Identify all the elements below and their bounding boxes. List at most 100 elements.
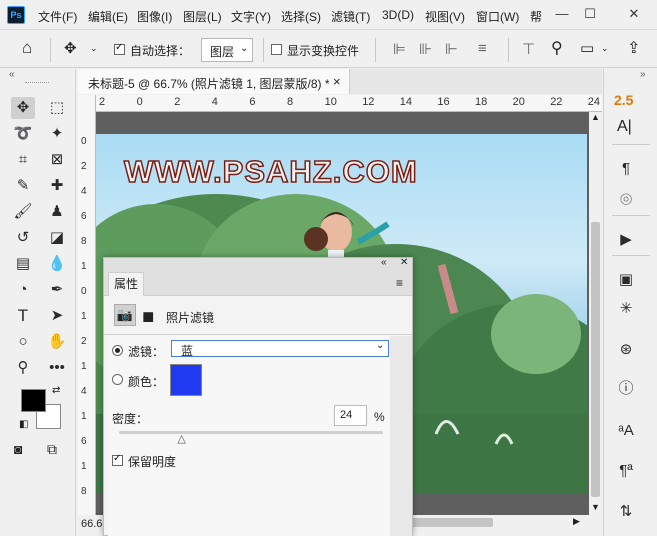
stamp-tool-icon[interactable]: ♟	[45, 201, 69, 223]
density-slider-thumb[interactable]: △	[177, 432, 185, 445]
lasso-tool-icon[interactable]: ➰	[11, 123, 35, 145]
crop-tool-icon[interactable]: ⌗	[11, 149, 35, 171]
density-slider-track[interactable]	[119, 431, 383, 434]
glyphs-icon[interactable]: ◎	[614, 188, 638, 210]
menu-image[interactable]: 图像(I)	[137, 8, 172, 25]
default-colors-icon[interactable]: ◧	[19, 419, 28, 430]
preserve-luminosity-checkbox[interactable]	[112, 453, 123, 466]
scroll-up-icon[interactable]: ▲	[591, 112, 600, 122]
menu-layer[interactable]: 图层(L)	[183, 8, 222, 25]
character-size-label[interactable]: 2.5	[614, 92, 633, 108]
show-transform-checkbox[interactable]	[271, 44, 282, 55]
quick-mask-icon[interactable]: ◙	[14, 441, 22, 457]
divider	[612, 144, 650, 145]
properties-panel-header[interactable]: « ✕	[104, 257, 412, 272]
minimize-button[interactable]: —	[552, 4, 572, 24]
distribute-icon[interactable]: ≡	[478, 40, 487, 57]
vertical-scrollbar[interactable]: ▲ ▼	[589, 112, 602, 515]
filter-radio[interactable]	[112, 345, 123, 356]
collapse-icon[interactable]: «	[9, 69, 15, 80]
zoom-tool-icon[interactable]: ⚲	[11, 357, 35, 379]
filter-dropdown[interactable]: 蓝 ⌄	[171, 340, 389, 358]
frame-tool-icon[interactable]: ⊠	[45, 149, 69, 171]
eyedropper-icon[interactable]: ✎	[11, 175, 35, 197]
brush-tool-icon[interactable]: 🖌	[11, 201, 35, 223]
type-tool-icon[interactable]: T	[11, 305, 35, 327]
align-top-icon[interactable]: ⊤	[522, 40, 535, 58]
tab-properties[interactable]: 属性	[108, 272, 144, 296]
swap-colors-icon[interactable]: ⇄	[52, 385, 60, 396]
history-brush-icon[interactable]: ↺	[11, 227, 35, 249]
eraser-icon[interactable]: ◪	[45, 227, 69, 249]
workspace-icon[interactable]: ▭	[580, 39, 594, 57]
screen-mode-icon[interactable]: ⧉	[47, 441, 57, 458]
character-styles-icon[interactable]: ᵃA	[614, 420, 638, 442]
scroll-down-icon[interactable]: ▼	[591, 502, 600, 512]
align-right-icon[interactable]: ⊩	[445, 40, 458, 58]
collapse-icon[interactable]: «	[381, 257, 387, 268]
vertical-ruler[interactable]: 024681012141618	[78, 95, 96, 515]
menu-3d[interactable]: 3D(D)	[382, 8, 414, 22]
brush-settings-icon[interactable]: ✳	[614, 298, 638, 320]
healing-brush-icon[interactable]: ✚	[45, 175, 69, 197]
search-icon[interactable]: ⚲	[551, 38, 563, 58]
actions-play-icon[interactable]: ▶	[614, 229, 638, 251]
document-tab[interactable]: 未标题-5 @ 66.7% (照片滤镜 1, 图层蒙版/8) * ×	[78, 69, 350, 94]
menu-type[interactable]: 文字(Y)	[231, 8, 271, 25]
chevron-down-icon[interactable]: ⌄	[601, 43, 609, 54]
gradient-tool-icon[interactable]: ▤	[11, 253, 35, 275]
move-tool-icon[interactable]: ✥	[64, 39, 77, 57]
ellipse-tool-icon[interactable]: ○	[11, 331, 35, 353]
color-swatch[interactable]	[170, 364, 202, 396]
scroll-right-icon[interactable]: ▶	[573, 516, 580, 527]
align-center-icon[interactable]: ⊪	[419, 40, 432, 58]
adjustments-icon[interactable]: ⊛	[614, 339, 638, 361]
panel-menu-icon[interactable]: ≡	[396, 276, 403, 290]
menu-view[interactable]: 视图(V)	[425, 8, 465, 25]
layer-mask-icon[interactable]: ◼	[142, 307, 154, 325]
hand-tool-icon[interactable]: ✋	[45, 331, 69, 353]
divider	[50, 38, 51, 62]
more-tools-icon[interactable]: •••	[45, 357, 69, 379]
panel-grip[interactable]	[25, 82, 49, 84]
density-input[interactable]: 24	[334, 405, 367, 426]
collapse-icon[interactable]: »	[640, 69, 646, 80]
adjustment-icon[interactable]: 📷	[114, 304, 136, 326]
blur-tool-icon[interactable]: 💧	[45, 253, 69, 275]
close-tab-icon[interactable]: ×	[333, 74, 341, 89]
chevron-down-icon[interactable]: ⌄	[90, 43, 98, 54]
close-window-button[interactable]: ✕	[624, 4, 644, 24]
marquee-tool-icon[interactable]: ⬚	[45, 97, 69, 119]
zoom-level[interactable]: 66.6	[81, 518, 102, 530]
pen-tool-icon[interactable]: ✒	[45, 279, 69, 301]
color-radio[interactable]	[112, 374, 123, 385]
foreground-color-swatch[interactable]	[21, 389, 46, 412]
menu-window[interactable]: 窗口(W)	[476, 8, 519, 25]
vertical-scroll-thumb[interactable]	[591, 222, 600, 497]
paragraph-styles-icon[interactable]: ¶ª	[614, 460, 638, 482]
close-icon[interactable]: ✕	[400, 257, 408, 268]
dodge-tool-icon[interactable]: ◔	[11, 279, 35, 301]
history-icon[interactable]: ⇅	[614, 501, 638, 523]
menu-file[interactable]: 文件(F)	[38, 8, 77, 25]
share-icon[interactable]: ⇪	[627, 38, 640, 58]
menu-select[interactable]: 选择(S)	[281, 8, 321, 25]
horizontal-ruler[interactable]: 2 0 2 4 6 8 10 12 14 16 18 20 22 24	[96, 95, 602, 112]
maximize-button[interactable]: ☐	[580, 4, 600, 24]
menu-help[interactable]: 帮	[530, 8, 542, 25]
home-icon[interactable]: ⌂	[22, 38, 32, 58]
paragraph-icon[interactable]: ¶	[614, 158, 638, 180]
auto-select-dropdown[interactable]: 图层 ⌄	[201, 38, 253, 62]
libraries-icon[interactable]: ▣	[614, 269, 638, 291]
character-panel-icon[interactable]: A|	[617, 118, 632, 136]
properties-scrollbar[interactable]	[390, 336, 412, 536]
path-select-icon[interactable]: ➤	[45, 305, 69, 327]
info-icon[interactable]: ⓘ	[614, 378, 638, 400]
move-tool-icon[interactable]: ✥	[11, 97, 35, 119]
horizontal-scroll-thumb[interactable]	[403, 518, 493, 527]
menu-edit[interactable]: 编辑(E)	[88, 8, 128, 25]
menu-filter[interactable]: 滤镜(T)	[331, 8, 370, 25]
align-left-icon[interactable]: ⊫	[393, 40, 406, 58]
auto-select-checkbox[interactable]	[114, 42, 125, 55]
magic-wand-icon[interactable]: ✦	[45, 123, 69, 145]
